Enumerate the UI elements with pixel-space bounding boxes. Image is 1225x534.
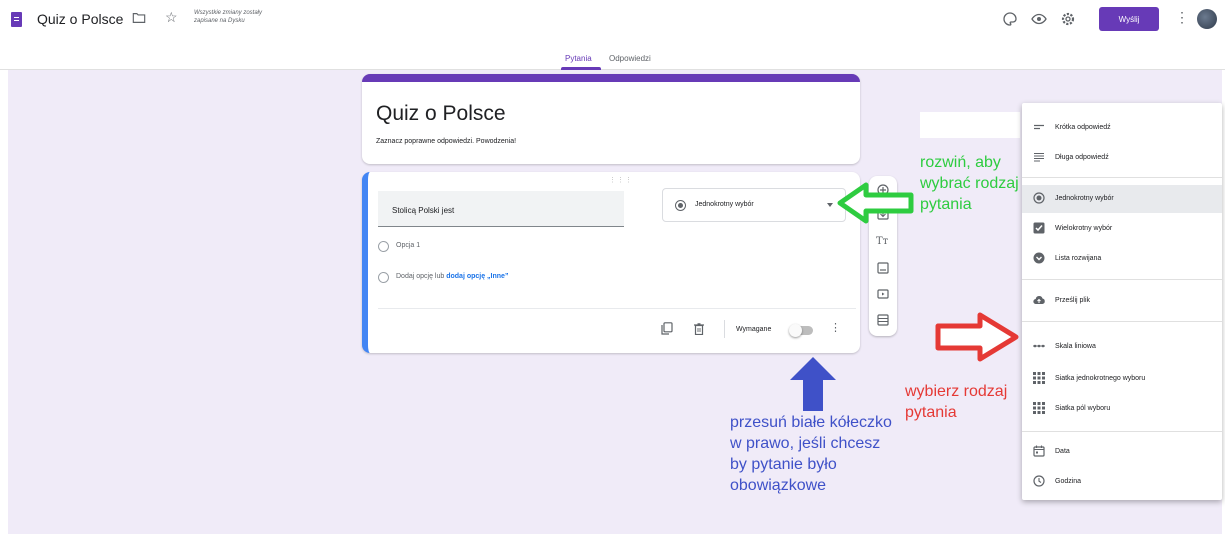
trash-icon[interactable]: [694, 323, 704, 335]
annotation-green: rozwiń, aby wybrać rodzaj pytania: [920, 154, 1019, 213]
more-options-icon[interactable]: ⋮: [830, 322, 841, 334]
upload-cloud-icon: [1033, 296, 1045, 305]
section-icon[interactable]: [877, 314, 889, 326]
chevron-down-icon: [827, 203, 833, 207]
menu-item-label: Skala liniowa: [1055, 343, 1096, 350]
preview-eye-icon[interactable]: [1031, 11, 1047, 27]
menu-item-date[interactable]: Data: [1022, 438, 1222, 466]
card-divider: [378, 308, 856, 309]
menu-item-multiple-choice[interactable]: Jednokrotny wybór: [1022, 185, 1222, 213]
green-left-arrow: [837, 182, 914, 224]
question-type-label: Jednokrotny wybór: [695, 201, 754, 208]
menu-item-label: Siatka pól wyboru: [1055, 405, 1111, 412]
menu-item-label: Krótka odpowiedź: [1055, 124, 1111, 131]
menu-item-time[interactable]: Godzina: [1022, 468, 1222, 496]
avatar[interactable]: [1197, 9, 1217, 29]
menu-item-label: Wielokrotny wybór: [1055, 225, 1113, 232]
question-card[interactable]: ⋮⋮⋮ Stolicą Polski jest Jednokrotny wybó…: [362, 172, 860, 353]
red-right-arrow: [935, 312, 1019, 362]
menu-item-label: Prześlij plik: [1055, 297, 1091, 304]
toggle-knob[interactable]: [789, 324, 802, 337]
menu-item-paragraph[interactable]: Długa odpowiedź: [1022, 144, 1222, 172]
more-options-icon[interactable]: ⋮: [1175, 9, 1189, 25]
add-option-prefix[interactable]: Dodaj opcję lub: [396, 273, 444, 280]
form-title[interactable]: Quiz o Polsce: [376, 102, 506, 126]
add-other-option-link[interactable]: dodaj opcję „Inne”: [446, 273, 508, 280]
menu-divider: [1022, 177, 1222, 178]
annotation-blue: przesuń białe kółeczko w prawo, jeśli ch…: [730, 414, 892, 494]
dropdown-icon: [1033, 252, 1045, 264]
forms-logo-icon[interactable]: [11, 12, 22, 27]
menu-divider: [1022, 321, 1222, 322]
menu-item-label: Data: [1055, 448, 1070, 455]
clock-icon: [1033, 475, 1045, 487]
video-icon[interactable]: [877, 288, 889, 300]
radio-empty-icon: [378, 241, 389, 252]
save-status-note: Wszystkie zmiany zostały zapisane na Dys…: [194, 10, 263, 24]
duplicate-icon[interactable]: [661, 322, 673, 335]
question-title-text: Stolicą Polski jest: [392, 206, 455, 215]
tab-questions[interactable]: Pytania: [565, 54, 592, 63]
menu-item-checkboxes[interactable]: Wielokrotny wybór: [1022, 215, 1222, 243]
menu-divider: [1022, 431, 1222, 432]
menu-item-label: Lista rozwijana: [1055, 255, 1102, 262]
menu-item-short-answer[interactable]: Krótka odpowiedź: [1022, 114, 1222, 142]
image-icon[interactable]: [877, 262, 889, 274]
settings-gear-icon[interactable]: [1060, 11, 1076, 27]
required-label: Wymagane: [736, 326, 772, 333]
menu-divider: [1022, 279, 1222, 280]
form-header-card[interactable]: Quiz o Polsce Zaznacz poprawne odpowiedz…: [362, 74, 860, 164]
blue-up-arrow: [790, 357, 836, 411]
calendar-icon: [1033, 445, 1045, 457]
top-bar: Quiz o Polsce ☆ Wszystkie zmiany zostały…: [0, 0, 1225, 70]
send-button[interactable]: Wyślij: [1099, 7, 1159, 31]
menu-item-label: Godzina: [1055, 478, 1082, 485]
palette-icon[interactable]: [1002, 11, 1018, 27]
title-text-icon[interactable]: Tт: [876, 236, 888, 247]
menu-item-label: Jednokrotny wybór: [1055, 195, 1114, 202]
checkbox-icon: [1033, 222, 1045, 234]
add-option-text: Dodaj opcję lub dodaj opcję „Inne”: [396, 273, 508, 280]
form-description[interactable]: Zaznacz poprawne odpowiedzi. Powodzenia!: [376, 138, 516, 145]
question-title-field[interactable]: Stolicą Polski jest: [378, 191, 624, 227]
hidden-field: [920, 112, 1020, 138]
menu-item-checkbox-grid[interactable]: Siatka pól wyboru: [1022, 395, 1222, 423]
linear-scale-icon: [1033, 344, 1045, 348]
doc-title[interactable]: Quiz o Polsce: [37, 11, 123, 27]
divider: [724, 320, 725, 338]
option-label[interactable]: Opcja 1: [396, 242, 420, 249]
annotation-red: wybierz rodzaj pytania: [905, 383, 1008, 421]
paragraph-icon: [1034, 152, 1044, 162]
question-type-select[interactable]: Jednokrotny wybór: [662, 188, 846, 222]
folder-icon[interactable]: [132, 11, 146, 25]
question-type-menu: Krótka odpowiedź Długa odpowiedź Jednokr…: [1022, 103, 1222, 500]
menu-item-multiple-choice-grid[interactable]: Siatka jednokrotnego wyboru: [1022, 365, 1222, 393]
menu-item-file-upload[interactable]: Prześlij plik: [1022, 287, 1222, 315]
short-text-icon: [1034, 124, 1044, 130]
star-icon[interactable]: ☆: [165, 10, 178, 24]
radio-empty-icon: [378, 272, 389, 283]
radio-icon: [675, 200, 686, 211]
tabs-bar: Pytania Odpowiedzi: [0, 48, 1225, 70]
radio-icon: [1033, 192, 1045, 204]
drag-handle-icon[interactable]: ⋮⋮⋮: [609, 176, 633, 184]
menu-item-dropdown[interactable]: Lista rozwijana: [1022, 245, 1222, 273]
menu-item-label: Długa odpowiedź: [1055, 154, 1109, 161]
menu-item-label: Siatka jednokrotnego wyboru: [1055, 375, 1146, 382]
menu-item-linear-scale[interactable]: Skala liniowa: [1022, 333, 1222, 361]
required-toggle[interactable]: [789, 324, 813, 337]
tab-responses[interactable]: Odpowiedzi: [609, 54, 651, 63]
